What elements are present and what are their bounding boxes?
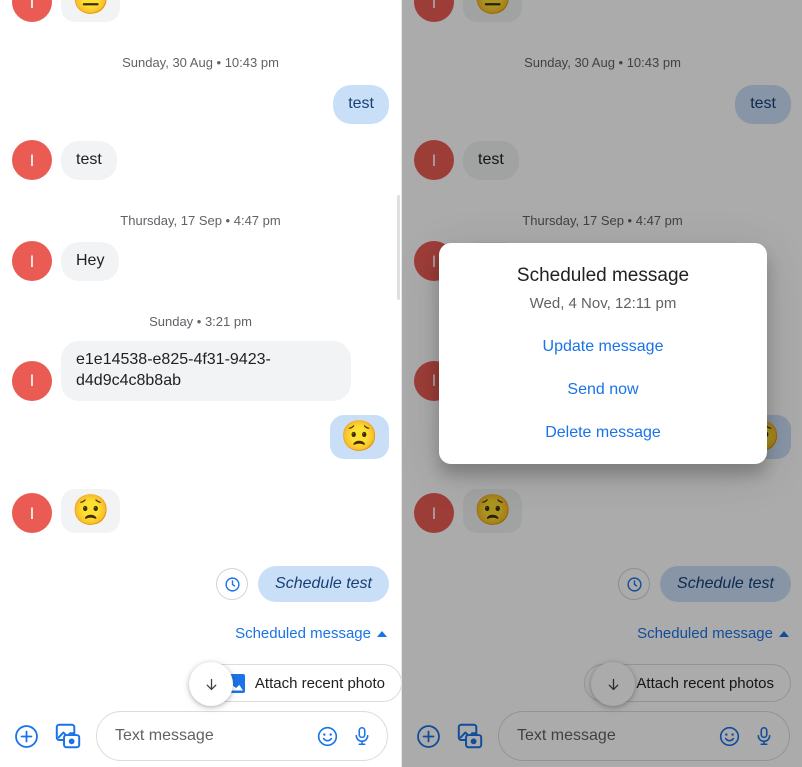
dialog-title: Scheduled message — [516, 265, 690, 286]
message-list-left[interactable]: I 😐 Sunday, 30 Aug • 10:43 pm test I tes… — [0, 0, 401, 767]
dialog-subtitle: Wed, 4 Nov, 12:11 pm — [529, 295, 677, 312]
caret-up-icon — [377, 630, 387, 637]
message-row-incoming: I Hey — [12, 241, 401, 281]
avatar: I — [12, 140, 52, 180]
chat-panel-right: I 😐 Sunday, 30 Aug • 10:43 pm test I tes… — [401, 0, 802, 767]
date-separator: Sunday, 30 Aug • 10:43 pm — [122, 55, 279, 70]
send-now-button[interactable]: Send now — [439, 356, 767, 399]
scheduled-message-dialog: Scheduled message Wed, 4 Nov, 12:11 pm U… — [439, 243, 767, 464]
attach-chip-label: Attach recent photo — [254, 674, 385, 692]
message-bubble-incoming[interactable]: Hey — [61, 242, 120, 281]
microphone-icon[interactable] — [351, 725, 373, 747]
message-bubble-emoji[interactable]: 😐 — [61, 0, 121, 22]
clock-icon[interactable] — [216, 568, 249, 600]
scheduled-message-toggle[interactable]: Scheduled message — [12, 625, 389, 642]
delete-message-button[interactable]: Delete message — [439, 399, 767, 442]
avatar: I — [12, 360, 52, 401]
message-bubble-incoming[interactable]: test — [61, 141, 117, 180]
scrollbar[interactable] — [397, 195, 400, 300]
date-separator: Thursday, 17 Sep • 4:47 pm — [120, 213, 281, 228]
scheduled-message-bubble[interactable]: Schedule test — [258, 566, 389, 602]
message-row-incoming: I 😟 — [12, 489, 401, 533]
screenshot-root: I 😐 Sunday, 30 Aug • 10:43 pm test I tes… — [0, 0, 802, 767]
message-bubble-emoji[interactable]: 😟 — [61, 489, 121, 533]
message-row-partial: I 😐 — [12, 0, 401, 22]
gallery-camera-icon[interactable] — [54, 722, 82, 750]
message-row-incoming: I e1e14538-e825-4f31-9423-d4d9c4c8b8ab — [12, 341, 401, 401]
avatar: I — [12, 241, 52, 281]
message-input-placeholder: Text message — [115, 727, 214, 744]
message-row-outgoing: test — [12, 85, 389, 124]
message-bubble-emoji[interactable]: 😟 — [329, 415, 389, 459]
message-row-outgoing: 😟 — [12, 415, 389, 459]
avatar: I — [12, 493, 52, 533]
plus-circle-icon[interactable] — [13, 723, 40, 750]
date-separator: Sunday • 3:21 pm — [149, 314, 252, 329]
message-bubble-outgoing[interactable]: test — [333, 85, 389, 124]
emoji-smiley-icon[interactable] — [316, 725, 339, 748]
update-message-button[interactable]: Update message — [439, 312, 767, 356]
avatar: I — [12, 0, 52, 22]
chat-panel-left: I 😐 Sunday, 30 Aug • 10:43 pm test I tes… — [0, 0, 401, 767]
scheduled-message-label: Scheduled message — [235, 625, 371, 642]
attach-suggestion-row: Attach recent photo — [12, 662, 401, 706]
message-bubble-incoming[interactable]: e1e14538-e825-4f31-9423-d4d9c4c8b8ab — [61, 341, 351, 401]
message-input-pill[interactable]: Text message — [96, 711, 388, 761]
message-row-incoming: I test — [12, 140, 401, 180]
scroll-to-bottom-button[interactable] — [189, 662, 233, 706]
composer-bar-left: Text message — [0, 705, 401, 767]
scheduled-message-row: Schedule test — [12, 566, 389, 602]
